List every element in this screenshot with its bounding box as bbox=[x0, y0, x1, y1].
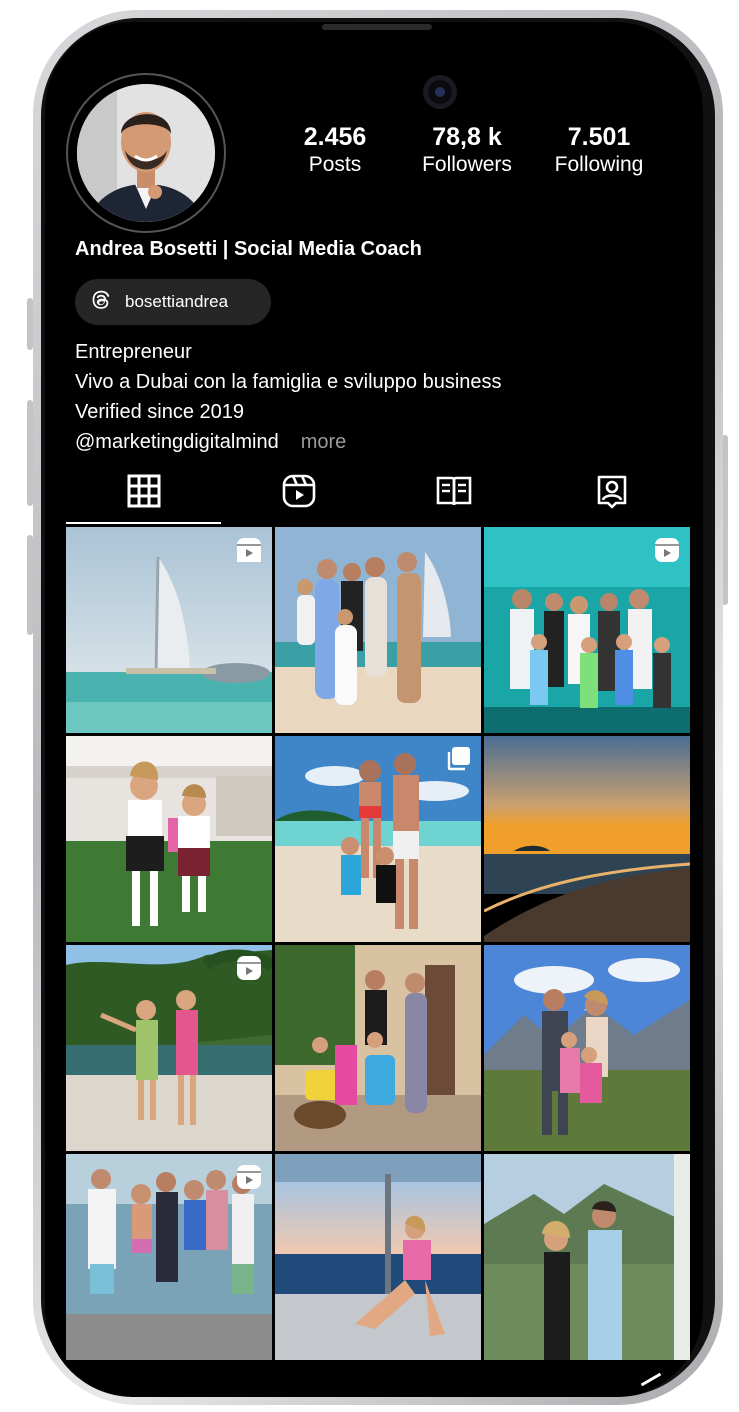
post-tile[interactable] bbox=[484, 945, 690, 1151]
post-tile[interactable] bbox=[66, 945, 272, 1151]
post-tile[interactable] bbox=[66, 1154, 272, 1360]
following-value: 7.501 bbox=[567, 123, 631, 151]
post-tile[interactable] bbox=[484, 527, 690, 733]
reels-icon bbox=[282, 474, 316, 508]
bio-line-1: Entrepreneur bbox=[75, 341, 192, 363]
post-tile[interactable] bbox=[275, 945, 481, 1151]
tab-tagged[interactable] bbox=[592, 472, 632, 510]
posts-count[interactable]: 2.456 Posts bbox=[275, 122, 395, 178]
earpiece-speaker bbox=[322, 24, 432, 30]
post-tile[interactable] bbox=[484, 1154, 690, 1360]
posts-value: 2.456 bbox=[303, 123, 367, 151]
tagged-icon bbox=[597, 475, 627, 509]
tab-guides[interactable] bbox=[434, 472, 474, 510]
tab-reels[interactable] bbox=[279, 472, 319, 510]
post-tile[interactable] bbox=[66, 527, 272, 733]
followers-label: Followers bbox=[422, 153, 512, 176]
profile-name: Andrea Bosetti | Social Media Coach bbox=[75, 238, 422, 260]
reel-icon bbox=[236, 955, 262, 986]
followers-value: 78,8 k bbox=[432, 123, 502, 151]
post-tile[interactable] bbox=[275, 1154, 481, 1360]
post-tile[interactable] bbox=[275, 527, 481, 733]
reel-icon bbox=[236, 537, 262, 568]
post-tile[interactable] bbox=[66, 736, 272, 942]
tab-grid[interactable] bbox=[124, 472, 164, 510]
post-tile[interactable] bbox=[275, 736, 481, 942]
threads-icon bbox=[89, 288, 113, 317]
avatar[interactable] bbox=[77, 84, 215, 222]
reel-icon bbox=[236, 1164, 262, 1195]
post-tile[interactable] bbox=[484, 736, 690, 942]
more-link[interactable]: more bbox=[301, 431, 347, 453]
active-tab-indicator bbox=[66, 522, 221, 524]
bio-link-row: @marketingdigitalmind more bbox=[75, 427, 346, 457]
following-count[interactable]: 7.501 Following bbox=[539, 122, 659, 178]
posts-label: Posts bbox=[308, 153, 362, 176]
threads-badge[interactable]: bosettiandrea bbox=[75, 279, 271, 325]
reel-icon bbox=[654, 537, 680, 568]
carousel-icon bbox=[445, 746, 471, 777]
grid-icon bbox=[127, 474, 161, 508]
bio-line-3: Verified since 2019 bbox=[75, 401, 245, 423]
followers-count[interactable]: 78,8 k Followers bbox=[407, 122, 527, 178]
guides-icon bbox=[436, 476, 472, 506]
front-camera-icon bbox=[423, 75, 457, 109]
following-label: Following bbox=[554, 153, 644, 176]
bio-line-2: Vivo a Dubai con la famiglia e sviluppo … bbox=[75, 371, 502, 393]
bio-link[interactable]: @marketingdigitalmind bbox=[75, 431, 279, 453]
threads-handle: bosettiandrea bbox=[125, 292, 229, 311]
